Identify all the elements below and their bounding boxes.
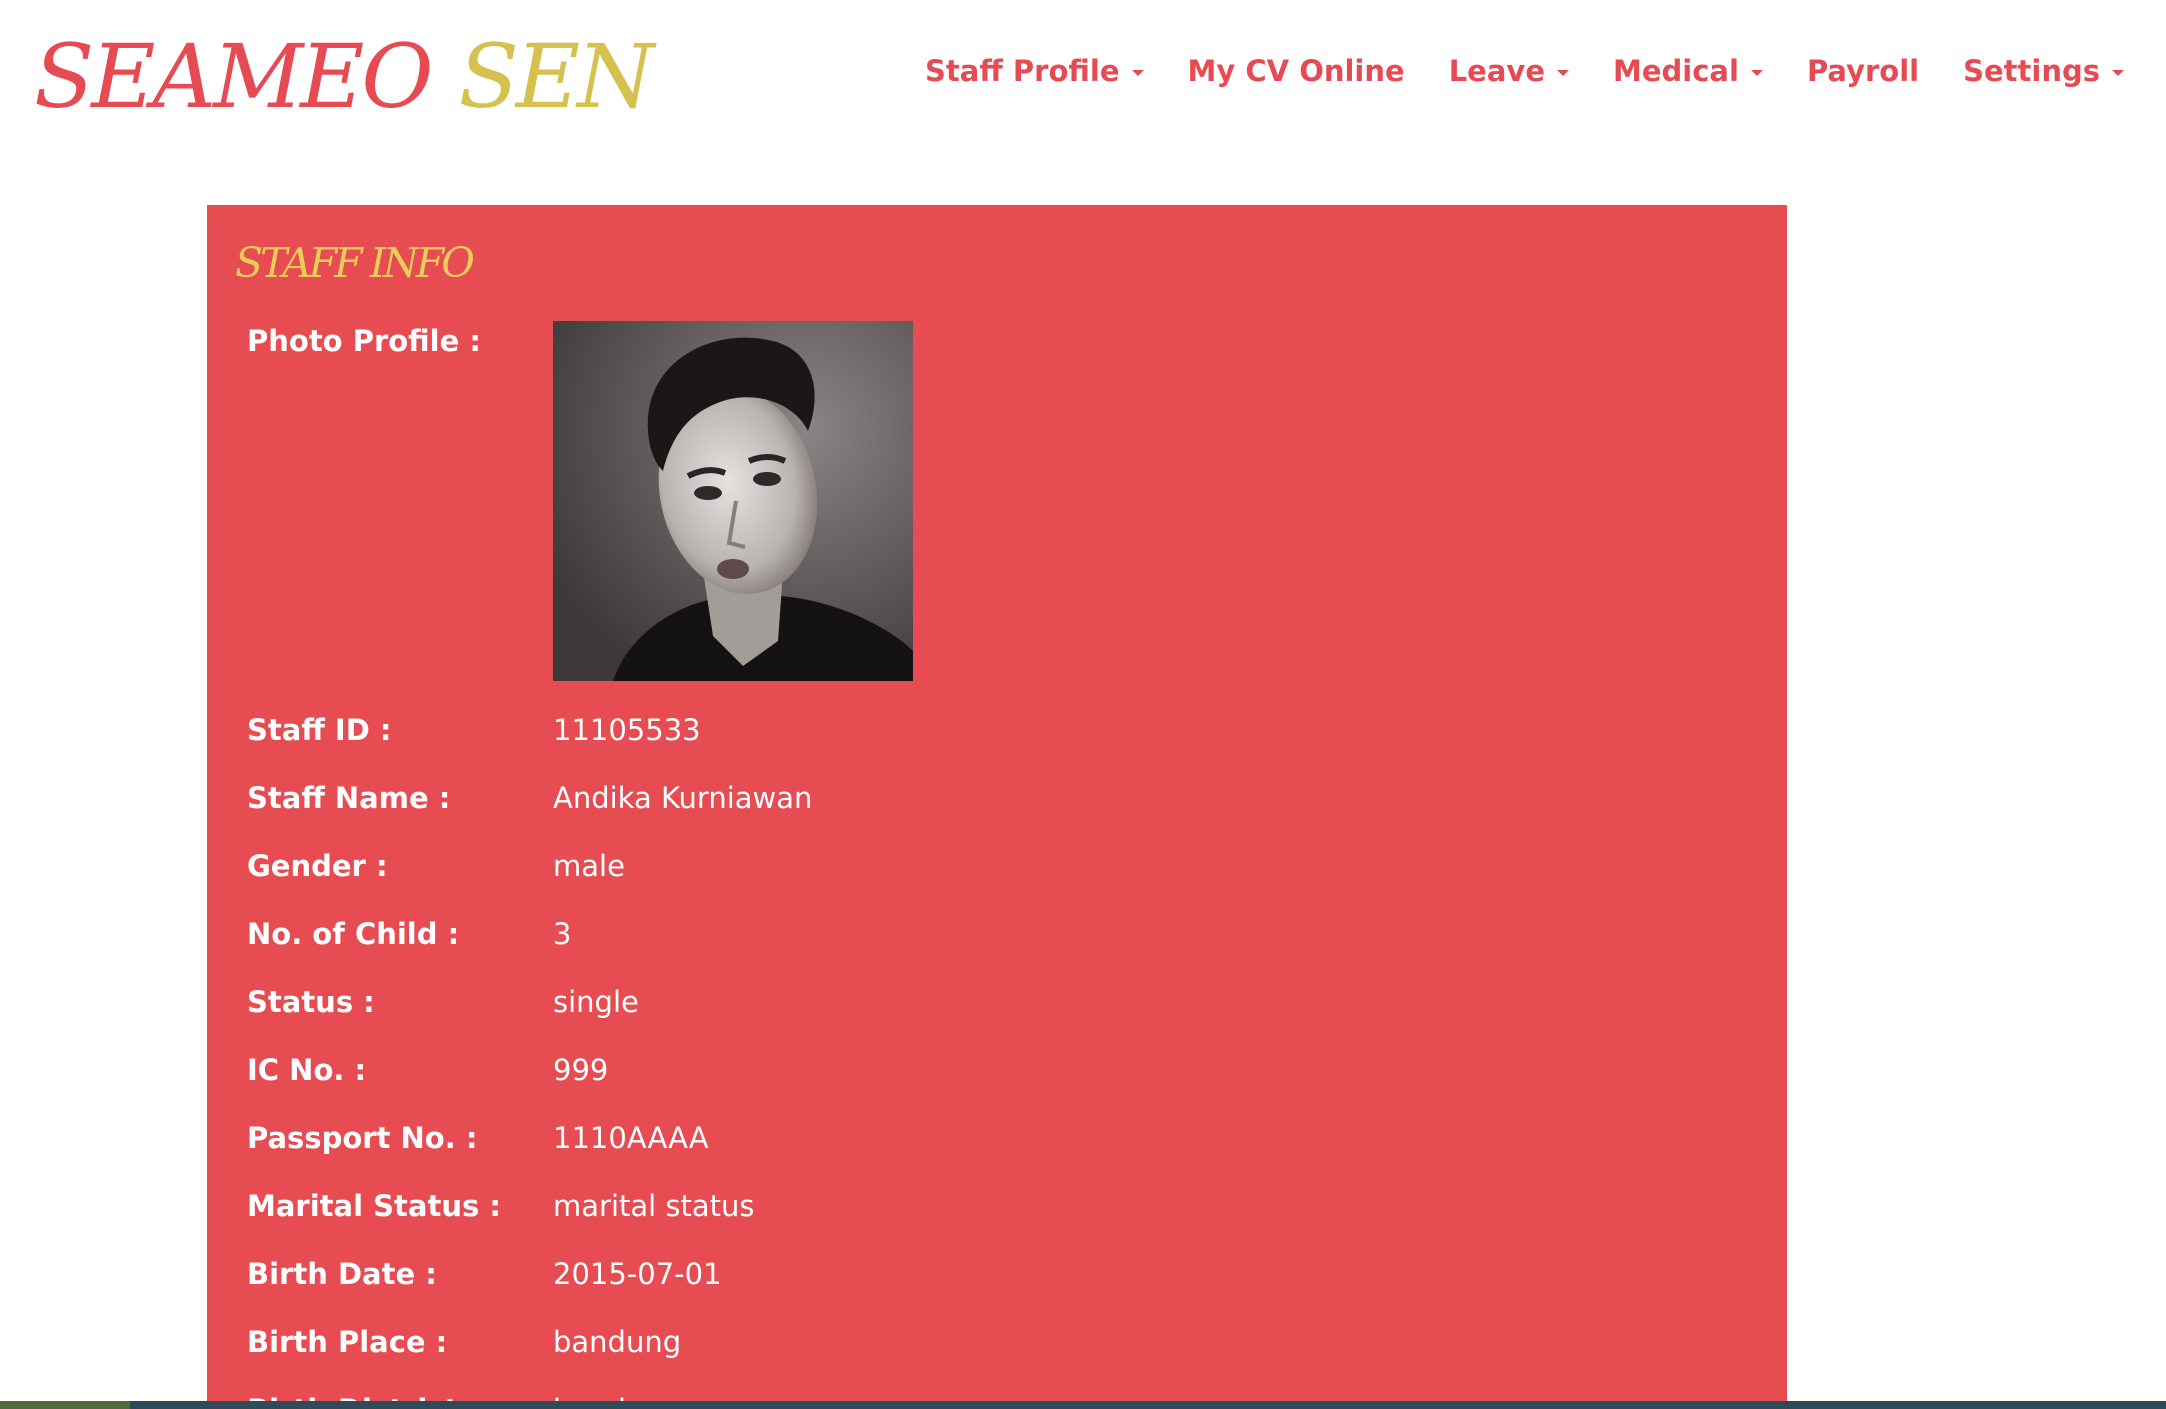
staff-info-panel: STAFF INFO Photo Profile : Staff ID: 11… bbox=[207, 205, 1787, 1409]
caret-down-icon bbox=[1131, 70, 1144, 76]
passport-no-value: 1110AAAA bbox=[553, 1121, 709, 1155]
passport-no-label: Passport No. : bbox=[247, 1121, 478, 1155]
nav-staff-profile-label: Staff Profile bbox=[925, 54, 1120, 88]
photo-profile-label: Photo Profile : bbox=[247, 324, 481, 358]
birth-place-value: bandung bbox=[553, 1325, 682, 1359]
gender-label: Gender : bbox=[247, 849, 388, 883]
birth-place-label: Birth Place : bbox=[247, 1325, 448, 1359]
logo[interactable]: SEAMEO SEN bbox=[34, 22, 655, 132]
profile-photo bbox=[553, 321, 913, 681]
nav-settings[interactable]: Settings bbox=[1941, 54, 2124, 88]
bottom-strip bbox=[0, 1401, 2166, 1409]
nav-leave[interactable]: Leave bbox=[1427, 54, 1591, 88]
ic-no-value: 999 bbox=[553, 1053, 609, 1087]
nav-payroll[interactable]: Payroll bbox=[1785, 54, 1941, 88]
header: SEAMEO SEN Staff Profile My CV Online Lea… bbox=[0, 0, 2166, 160]
nav-my-cv-online[interactable]: My CV Online bbox=[1166, 54, 1427, 88]
panel-title: STAFF INFO bbox=[235, 239, 475, 287]
caret-down-icon bbox=[2112, 70, 2124, 76]
profile-photo-image bbox=[553, 321, 913, 681]
nav-payroll-label: Payroll bbox=[1806, 54, 1920, 88]
nav-settings-label: Settings bbox=[1963, 54, 2100, 88]
gender-value: male bbox=[553, 849, 625, 883]
status-value: single bbox=[553, 985, 639, 1019]
logo-text-secondary: SEN bbox=[458, 25, 655, 128]
caret-down-icon bbox=[1750, 70, 1763, 76]
no-of-child-label: No. of Child : bbox=[247, 917, 460, 951]
nav-my-cv-online-label: My CV Online bbox=[1187, 54, 1405, 88]
nav-leave-label: Leave bbox=[1448, 54, 1545, 88]
nav-medical-label: Medical bbox=[1613, 54, 1739, 88]
birth-date-value: 2015-07-01 bbox=[553, 1257, 722, 1291]
caret-down-icon bbox=[1557, 70, 1569, 76]
staff-id-label: Staff ID : bbox=[247, 713, 392, 747]
nav-medical[interactable]: Medical bbox=[1591, 54, 1785, 88]
staff-id-value: 11105533 bbox=[553, 713, 701, 747]
ic-no-label: IC No. : bbox=[247, 1053, 367, 1087]
marital-status-value: marital status bbox=[553, 1189, 755, 1223]
marital-status-label: Marital Status : bbox=[247, 1189, 501, 1223]
status-label: Status : bbox=[247, 985, 375, 1019]
birth-date-label: Birth Date : bbox=[247, 1257, 437, 1291]
no-of-child-value: 3 bbox=[553, 917, 572, 951]
staff-name-label: Staff Name : bbox=[247, 781, 451, 815]
nav-staff-profile[interactable]: Staff Profile bbox=[903, 54, 1166, 88]
main-nav: Staff Profile My CV Online Leave Medical… bbox=[903, 48, 2124, 94]
logo-text-primary: SEAMEO bbox=[34, 25, 434, 128]
staff-name-value: Andika Kurniawan bbox=[553, 781, 813, 815]
